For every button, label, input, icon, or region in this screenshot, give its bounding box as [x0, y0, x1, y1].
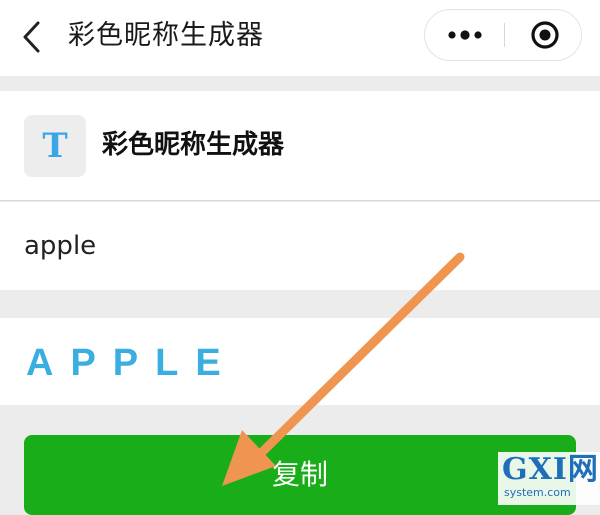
- close-mini-program-icon[interactable]: [505, 10, 581, 60]
- more-icon[interactable]: [425, 10, 505, 60]
- colored-nickname-result: APPLE: [26, 342, 238, 384]
- t-letter-icon: T: [42, 126, 68, 166]
- app-header: T 彩色昵称生成器: [0, 91, 600, 201]
- app-logo: T: [24, 115, 86, 177]
- watermark-logo: GXI网: [502, 452, 599, 487]
- nickname-input[interactable]: [24, 224, 564, 268]
- nickname-input-section: [0, 202, 600, 290]
- navigation-bar: 彩色昵称生成器: [0, 0, 600, 76]
- watermark-site: system.com: [504, 486, 571, 499]
- app-name: 彩色昵称生成器: [102, 130, 285, 160]
- back-icon[interactable]: [18, 19, 48, 55]
- result-section: APPLE: [0, 318, 600, 405]
- mini-program-capsule: [424, 9, 582, 61]
- copy-button[interactable]: 复制: [24, 435, 576, 515]
- page-title: 彩色昵称生成器: [68, 20, 264, 51]
- watermark: GXI网 system.com: [498, 452, 600, 505]
